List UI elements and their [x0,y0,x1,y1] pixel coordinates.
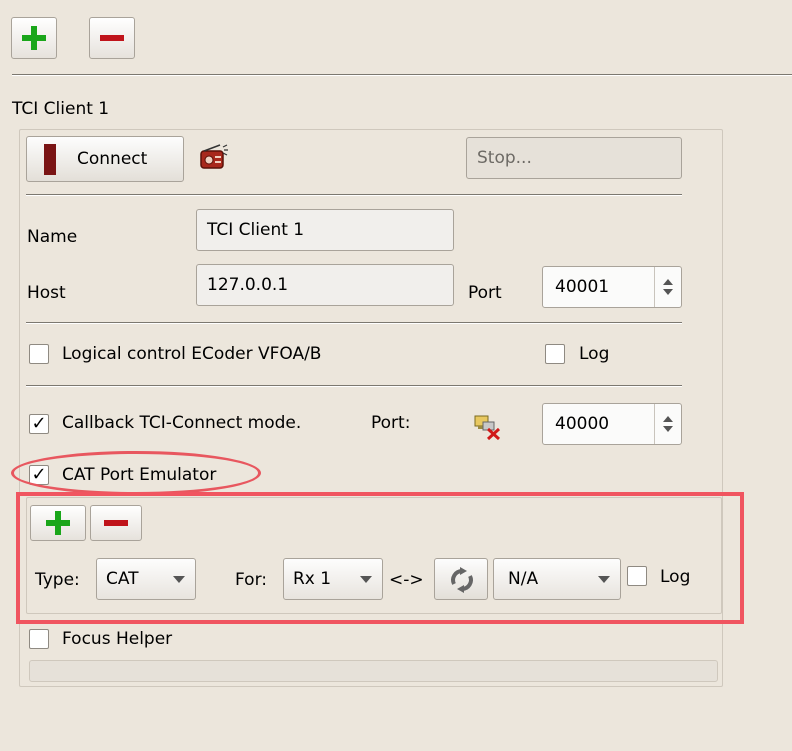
callback-checkbox[interactable]: ✓ [29,414,49,434]
name-input[interactable]: TCI Client 1 [196,209,454,251]
divider-2 [26,322,682,324]
connect-label: Connect [77,149,148,169]
host-label: Host [27,283,66,303]
log-label: Log [579,344,610,364]
connection-indicator [44,144,56,175]
port-label: Port [468,283,502,303]
callback-label: Callback TCI-Connect mode. [62,413,302,433]
annotation-rectangle [16,492,744,624]
remove-client-button[interactable] [89,17,135,59]
logical-control-checkbox[interactable] [29,344,49,364]
callback-port-spinbox[interactable]: 40000 [542,403,682,445]
focus-helper-label: Focus Helper [62,629,173,649]
status-field: Stop... [466,137,682,179]
port-spin-arrows[interactable] [654,267,681,307]
name-label: Name [27,227,78,247]
logical-control-label: Logical control ECoder VFOA/B [62,344,322,364]
divider-1 [26,194,682,196]
port-spinbox[interactable]: 40001 [542,266,682,308]
connect-button[interactable]: Connect [26,136,184,182]
port-value: 40001 [555,277,610,297]
focus-helper-bar [29,660,718,682]
log-checkbox[interactable] [545,344,565,364]
radio-icon [196,143,230,173]
focus-helper-checkbox[interactable] [29,629,49,649]
annotation-ellipse [11,451,261,495]
callback-port-value: 40000 [555,414,610,434]
network-disconnected-icon [472,412,502,441]
toolbar-divider [12,74,792,76]
callback-port-spin-arrows[interactable] [654,404,681,444]
group-title: TCI Client 1 [12,99,110,119]
divider-3 [26,385,682,387]
callback-port-label: Port: [371,413,411,433]
add-client-button[interactable] [11,17,57,59]
host-input[interactable]: 127.0.0.1 [196,264,454,306]
